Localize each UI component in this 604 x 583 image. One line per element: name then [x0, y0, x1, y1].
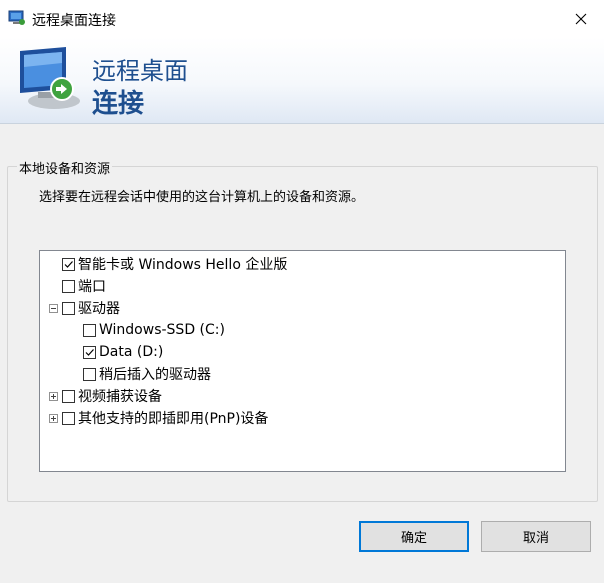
video-expand-icon[interactable]	[49, 392, 58, 401]
remote-desktop-logo-icon	[20, 47, 80, 109]
smartcard-checkbox[interactable]	[62, 257, 75, 271]
banner-title-line1: 远程桌面	[92, 57, 188, 85]
title-bar: 远程桌面连接	[0, 0, 604, 37]
pnp-checkbox[interactable]	[62, 411, 75, 425]
check-icon	[64, 260, 73, 268]
header-banner: 远程桌面 连接	[0, 37, 604, 124]
tree-item-ports[interactable]: 端口	[62, 276, 106, 296]
drive-c-label: Windows-SSD (C:)	[99, 322, 225, 338]
drive-c-checkbox[interactable]	[83, 323, 96, 337]
banner-title-line2: 连接	[92, 89, 145, 119]
smartcard-label: 智能卡或 Windows Hello 企业版	[78, 257, 288, 273]
group-description: 选择要在远程会话中使用的这台计算机上的设备和资源。	[39, 190, 365, 205]
window-title: 远程桌面连接	[32, 13, 116, 29]
tree-item-drive-d[interactable]: Data (D:)	[83, 342, 163, 362]
pnp-expand-icon[interactable]	[49, 414, 58, 423]
cancel-button[interactable]: 取消	[481, 521, 591, 552]
tree-item-smartcard[interactable]: 智能卡或 Windows Hello 企业版	[62, 254, 287, 274]
check-icon	[85, 348, 94, 356]
tree-item-video[interactable]: 视频捕获设备	[62, 386, 162, 406]
drives-label: 驱动器	[78, 301, 120, 317]
drive-d-checkbox[interactable]	[83, 345, 96, 359]
device-tree[interactable]: 智能卡或 Windows Hello 企业版 端口 驱动器 Windows-SS…	[39, 250, 566, 472]
close-button[interactable]	[558, 0, 604, 37]
later-drives-label: 稍后插入的驱动器	[99, 367, 211, 383]
ports-checkbox[interactable]	[62, 279, 75, 293]
drives-collapse-icon[interactable]	[49, 304, 58, 313]
pnp-label: 其他支持的即插即用(PnP)设备	[78, 411, 269, 427]
drive-d-label: Data (D:)	[99, 344, 164, 360]
close-icon	[575, 13, 587, 24]
tree-item-drives[interactable]: 驱动器	[62, 298, 120, 318]
later-drives-checkbox[interactable]	[83, 367, 96, 381]
ports-label: 端口	[78, 279, 106, 295]
drives-checkbox[interactable]	[62, 301, 75, 315]
ok-button[interactable]: 确定	[359, 521, 469, 552]
tree-item-drive-c[interactable]: Windows-SSD (C:)	[83, 320, 225, 340]
video-checkbox[interactable]	[62, 389, 75, 403]
remote-desktop-icon	[8, 10, 25, 25]
video-label: 视频捕获设备	[78, 389, 162, 405]
tree-item-later-drives[interactable]: 稍后插入的驱动器	[83, 364, 211, 384]
tree-item-pnp[interactable]: 其他支持的即插即用(PnP)设备	[62, 408, 268, 428]
group-legend: 本地设备和资源	[17, 158, 113, 177]
